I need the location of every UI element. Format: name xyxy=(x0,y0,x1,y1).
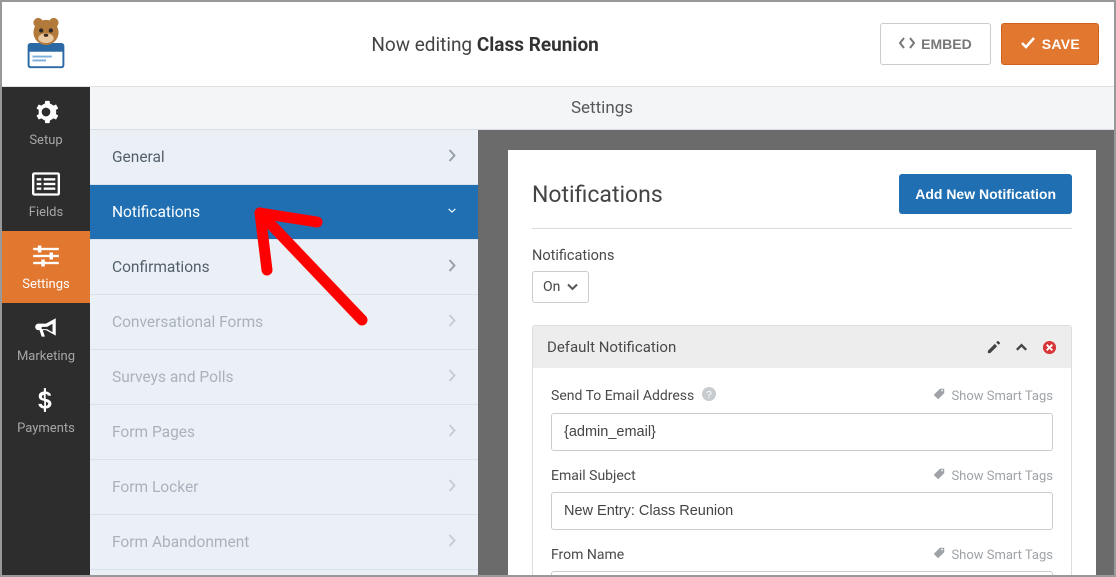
list-icon xyxy=(32,171,60,201)
settings-item-form-pages[interactable]: Form Pages xyxy=(90,405,478,460)
settings-item-confirmations[interactable]: Confirmations xyxy=(90,240,478,295)
subject-input[interactable] xyxy=(551,492,1053,530)
tag-icon xyxy=(932,467,946,485)
check-icon xyxy=(1020,36,1036,53)
settings-item-label: Conversational Forms xyxy=(112,313,263,331)
icon-sidebar: Setup Fields Settings Marketing xyxy=(2,87,90,575)
code-icon xyxy=(899,35,915,54)
notification-title: Default Notification xyxy=(547,338,676,356)
embed-button[interactable]: EMBED xyxy=(880,23,991,65)
sidebar-label: Marketing xyxy=(17,349,75,364)
settings-item-conversational-forms[interactable]: Conversational Forms xyxy=(90,295,478,350)
sidebar-item-marketing[interactable]: Marketing xyxy=(2,303,90,375)
smart-tags-label: Show Smart Tags xyxy=(951,389,1053,404)
content-title: Settings xyxy=(90,87,1114,130)
select-value: On xyxy=(543,279,560,295)
settings-item-notifications[interactable]: Notifications xyxy=(90,185,478,240)
smart-tags-label: Show Smart Tags xyxy=(951,469,1053,484)
settings-item-general[interactable]: General xyxy=(90,130,478,185)
help-icon[interactable]: ? xyxy=(701,386,717,406)
chevron-down-icon xyxy=(567,279,578,295)
sidebar-item-payments[interactable]: Payments xyxy=(2,375,90,447)
chevron-right-icon xyxy=(448,478,456,496)
settings-item-label: Confirmations xyxy=(112,258,210,276)
embed-label: EMBED xyxy=(921,36,972,52)
settings-item-form-locker[interactable]: Form Locker xyxy=(90,460,478,515)
edit-icon[interactable] xyxy=(986,340,1001,355)
panel-title: Notifications xyxy=(532,181,663,208)
notifications-toggle-select[interactable]: On xyxy=(532,271,589,303)
chevron-up-icon[interactable] xyxy=(1014,340,1029,355)
settings-item-surveys-polls[interactable]: Surveys and Polls xyxy=(90,350,478,405)
send-to-input[interactable] xyxy=(551,413,1053,451)
tag-icon xyxy=(932,546,946,564)
sidebar-item-fields[interactable]: Fields xyxy=(2,159,90,231)
chevron-down-icon xyxy=(448,203,456,221)
close-icon[interactable] xyxy=(1042,340,1057,355)
sidebar-label: Setup xyxy=(29,133,62,148)
sidebar-item-settings[interactable]: Settings xyxy=(2,231,90,303)
settings-panel: Notifications Add New Notification Notif… xyxy=(508,150,1096,575)
smart-tags-label: Show Smart Tags xyxy=(951,548,1053,563)
settings-menu-scroll[interactable]: General Notifications Confirmations xyxy=(90,130,488,575)
sidebar-item-setup[interactable]: Setup xyxy=(2,87,90,159)
chevron-right-icon xyxy=(448,258,456,276)
from-name-label: From Name xyxy=(551,547,624,563)
svg-text:?: ? xyxy=(706,390,712,401)
chevron-right-icon xyxy=(448,423,456,441)
send-to-label: Send To Email Address xyxy=(551,388,694,404)
subject-label: Email Subject xyxy=(551,468,636,484)
save-label: SAVE xyxy=(1042,36,1080,52)
add-notification-button[interactable]: Add New Notification xyxy=(899,174,1072,214)
sidebar-label: Settings xyxy=(22,277,69,292)
settings-item-label: Notifications xyxy=(112,203,200,221)
chevron-right-icon xyxy=(448,313,456,331)
app-logo xyxy=(2,2,90,87)
sidebar-label: Payments xyxy=(17,421,75,436)
settings-menu: General Notifications Confirmations xyxy=(90,130,478,575)
save-button[interactable]: SAVE xyxy=(1001,23,1099,65)
chevron-right-icon xyxy=(448,368,456,386)
settings-item-label: Form Locker xyxy=(112,478,198,496)
sidebar-label: Fields xyxy=(29,205,63,220)
show-smart-tags[interactable]: Show Smart Tags xyxy=(932,387,1053,405)
form-name: Class Reunion xyxy=(477,33,599,56)
from-name-input[interactable] xyxy=(551,571,1053,575)
settings-item-label: Form Abandonment xyxy=(112,533,249,551)
notification-card: Default Notification Send To Email Addre… xyxy=(532,325,1072,575)
chevron-right-icon xyxy=(448,533,456,551)
tag-icon xyxy=(932,387,946,405)
top-bar: Now editing Class Reunion EMBED SAVE xyxy=(2,2,1114,87)
sliders-icon xyxy=(32,243,60,273)
settings-item-label: Surveys and Polls xyxy=(112,368,233,386)
editing-title: Now editing Class Reunion xyxy=(90,33,880,56)
settings-item-label: Form Pages xyxy=(112,423,195,441)
notifications-toggle-label: Notifications xyxy=(532,247,1072,264)
show-smart-tags[interactable]: Show Smart Tags xyxy=(932,546,1053,564)
settings-item-label: General xyxy=(112,148,165,166)
gear-icon xyxy=(32,99,60,129)
editing-prefix: Now editing xyxy=(371,33,472,56)
chevron-right-icon xyxy=(448,148,456,166)
dollar-icon xyxy=(32,387,60,417)
settings-item-form-abandonment[interactable]: Form Abandonment xyxy=(90,515,478,570)
divider xyxy=(532,228,1072,229)
bullhorn-icon xyxy=(32,315,60,345)
show-smart-tags[interactable]: Show Smart Tags xyxy=(932,467,1053,485)
